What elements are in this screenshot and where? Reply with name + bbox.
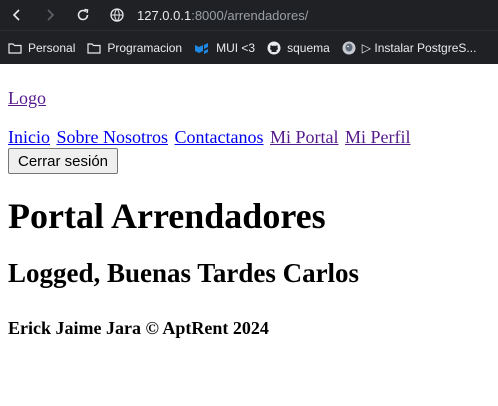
- nav-link-contactanos[interactable]: Contactanos: [175, 127, 264, 147]
- bookmark-squema[interactable]: squema: [267, 41, 330, 55]
- nav-link-mi-portal[interactable]: Mi Portal: [270, 127, 339, 147]
- back-button[interactable]: [6, 4, 28, 26]
- logout-button[interactable]: Cerrar sesión: [8, 148, 119, 174]
- bookmark-label: Personal: [28, 40, 76, 55]
- footer-text: Erick Jaime Jara © AptRent 2024: [8, 318, 269, 338]
- nav-link-inicio[interactable]: Inicio: [8, 127, 50, 147]
- greeting-heading: Logged, Buenas Tardes Carlos: [8, 258, 360, 288]
- main-nav: Inicio Sobre Nosotros Contactanos Mi Por…: [8, 127, 490, 147]
- bookmark-label: MUI <3: [216, 40, 256, 55]
- bookmark-postgres[interactable]: ▷ Instalar PostgreS...: [342, 40, 477, 55]
- arrow-right-icon: [47, 9, 55, 21]
- page-title: Portal Arrendadores: [8, 196, 326, 236]
- browser-chrome: 127.0.0.1:8000/arrendadores/ Personal Pr…: [0, 0, 498, 64]
- address-bar[interactable]: 127.0.0.1:8000/arrendadores/: [109, 7, 308, 23]
- bookmark-label: Programacion: [107, 40, 183, 55]
- mui-icon: [195, 42, 209, 54]
- bookmarks-bar: Personal Programacion MUI <3 squema ▷ In…: [0, 30, 498, 64]
- bookmark-label: ▷ Instalar PostgreS...: [361, 40, 477, 55]
- forward-button[interactable]: [39, 4, 61, 26]
- github-icon: [267, 41, 281, 54]
- bookmark-mui[interactable]: MUI <3: [194, 41, 255, 55]
- reload-icon: [77, 8, 89, 21]
- page-content: Logo Inicio Sobre Nosotros Contactanos M…: [0, 88, 498, 339]
- nav-link-sobre-nosotros[interactable]: Sobre Nosotros: [57, 127, 169, 147]
- browser-toolbar: 127.0.0.1:8000/arrendadores/: [0, 0, 498, 30]
- address-path: :8000/arrendadores/: [191, 7, 309, 23]
- bookmark-programacion[interactable]: Programacion: [87, 41, 182, 55]
- site-info-icon: [110, 8, 124, 22]
- folder-icon: [87, 42, 101, 54]
- nav-link-mi-perfil[interactable]: Mi Perfil: [345, 127, 411, 147]
- address-host: 127.0.0.1: [137, 7, 192, 23]
- postgres-icon: [342, 41, 356, 54]
- logo-link[interactable]: Logo: [8, 88, 490, 109]
- bookmark-label: squema: [287, 40, 330, 55]
- reload-button[interactable]: [72, 4, 94, 26]
- folder-icon: [8, 42, 22, 54]
- bookmark-personal[interactable]: Personal: [8, 41, 75, 55]
- arrow-left-icon: [12, 9, 20, 21]
